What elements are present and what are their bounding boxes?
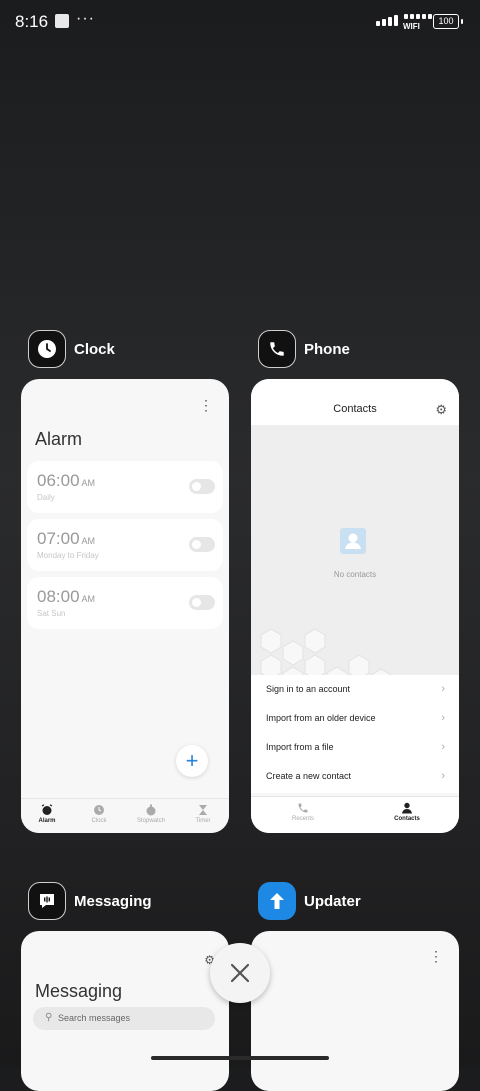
tab-clock[interactable]: Clock [73,799,125,833]
alarm-repeat: Monday to Friday [37,551,99,560]
option-import-file[interactable]: Import from a file › [266,733,445,761]
app-title-phone: Phone [304,340,350,358]
messaging-app-card[interactable]: ⚙ Messaging ⚲ Search messages [21,931,229,1091]
alarm-item[interactable]: 06:00 AM Daily [27,461,223,513]
app-header-updater[interactable]: Updater [258,882,361,920]
alarm-time: 08:00 AM [37,587,96,606]
alarm-item[interactable]: 07:00 AM Monday to Friday [27,519,223,571]
contacts-empty-area: No contacts [251,425,459,706]
app-title-messaging: Messaging [74,892,152,910]
app-title-clock: Clock [74,340,115,358]
tab-alarm[interactable]: Alarm [21,799,73,833]
wifi-label: WIFI [403,22,420,31]
more-notifications-icon: ··· [76,10,95,27]
contacts-options-list: Sign in to an account › Import from an ol… [251,675,459,793]
tab-stopwatch[interactable]: Stopwatch [125,799,177,833]
search-messages-input[interactable]: ⚲ Search messages [33,1007,215,1030]
option-import-older-device[interactable]: Import from an older device › [266,704,445,732]
battery-indicator: 100 [433,14,463,29]
clock-icon [94,805,104,815]
chevron-right-icon: › [441,770,445,782]
alarm-time: 07:00 AM [37,529,96,548]
contacts-header: Contacts ⚙ [251,379,459,425]
tab-recents[interactable]: Recents [251,797,355,833]
settings-gear-icon[interactable]: ⚙ [435,402,447,418]
notification-icon [55,14,69,28]
messaging-title: Messaging [35,981,123,1001]
updater-app-card[interactable]: ⋮ [251,931,459,1091]
alarm-toggle[interactable] [189,537,215,552]
clock-tab-bar: Alarm Clock Stopwatch Timer [21,798,229,833]
add-alarm-button[interactable]: + [176,745,208,777]
contacts-title: Contacts [333,403,377,415]
alarm-toggle[interactable] [189,479,215,494]
no-contacts-text: No contacts [333,570,377,579]
app-header-clock[interactable]: Clock [28,330,115,368]
alarm-item[interactable]: 08:00 AM Sat Sun [27,577,223,629]
clock-icon [28,330,66,368]
alarm-title: Alarm [35,429,83,449]
alarm-repeat: Sat Sun [37,609,66,618]
alarm-time: 06:00 AM [37,471,96,490]
up-arrow-icon [258,882,296,920]
signal-icon [376,15,398,26]
wifi-icon [404,14,432,19]
tab-timer[interactable]: Timer [177,799,229,833]
phone-icon [258,330,296,368]
close-icon [230,963,250,983]
chevron-right-icon: › [441,712,445,724]
hourglass-icon [199,805,207,815]
home-indicator[interactable] [151,1056,329,1060]
clock-app-card[interactable]: ⋮ Alarm 06:00 AM Daily 07:00 AM Monday to … [21,379,229,833]
status-bar: 8:16 ··· WIFI 100 [0,0,480,44]
option-create-contact[interactable]: Create a new contact › [266,762,445,790]
more-options-icon[interactable]: ⋮ [429,949,443,963]
clear-all-button[interactable] [210,943,270,1003]
chevron-right-icon: › [441,741,445,753]
status-time: 8:16 [15,12,49,31]
search-icon: ⚲ [45,1012,53,1023]
phone-tab-bar: Recents Contacts [251,796,459,833]
app-header-messaging[interactable]: Messaging [28,882,152,920]
phone-app-card[interactable]: Contacts ⚙ No contacts Sign in to an acc… [251,379,459,833]
empty-contact-icon [340,528,366,554]
stopwatch-icon [146,804,156,816]
phone-icon [298,803,308,813]
person-icon [402,802,412,814]
message-icon [28,882,66,920]
tab-contacts[interactable]: Contacts [355,797,459,833]
alarm-repeat: Daily [37,493,55,502]
app-title-updater: Updater [304,892,361,910]
chevron-right-icon: › [441,683,445,695]
option-sign-in[interactable]: Sign in to an account › [266,675,445,703]
search-placeholder: Search messages [58,1013,131,1023]
alarm-icon [41,804,53,815]
alarm-toggle[interactable] [189,595,215,610]
more-options-icon[interactable]: ⋮ [199,398,213,412]
app-header-phone[interactable]: Phone [258,330,350,368]
